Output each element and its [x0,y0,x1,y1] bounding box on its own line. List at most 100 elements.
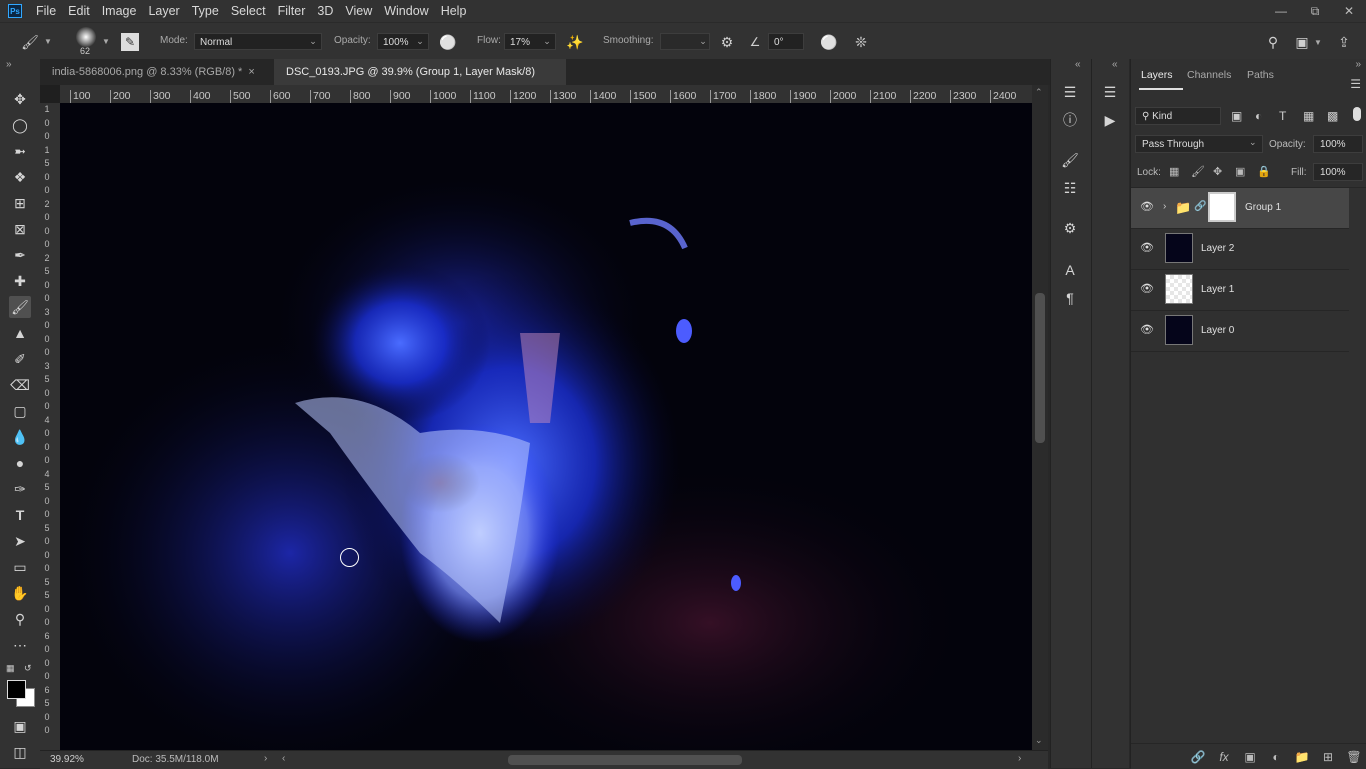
lasso-tool-icon[interactable]: ➼ [9,140,31,162]
chevron-right-icon[interactable]: › [1163,201,1166,212]
tab-channels[interactable]: Channels [1187,69,1231,81]
rectangle-tool-icon[interactable]: ▭ [9,556,31,578]
scroll-up-icon[interactable]: ⌃ [1035,87,1043,98]
brush-preview-icon[interactable] [76,27,96,47]
character-icon[interactable]: A [1059,259,1081,281]
menu-view[interactable]: View [339,0,378,22]
collapse-arrows-icon[interactable]: « [1112,59,1118,70]
foreground-color-swatch[interactable] [7,680,26,699]
eye-icon[interactable]: 👁 [1139,323,1155,339]
eye-icon[interactable]: 👁 [1139,282,1155,298]
brush-size-dropdown-icon[interactable]: ▼ [102,37,110,46]
add-mask-icon[interactable]: ▣ [1237,750,1263,764]
blend-dropdown-icon[interactable]: ⌄ [1249,137,1257,148]
menu-help[interactable]: Help [435,0,473,22]
more-tools-icon[interactable]: ⋯ [9,634,31,656]
workspace-dropdown-icon[interactable]: ▼ [1314,38,1322,47]
pressure-size-icon[interactable]: ⚪ [819,32,839,52]
scroll-right-icon[interactable]: › [1018,753,1021,764]
move-tool-icon[interactable]: ✥ [9,88,31,110]
new-group-folder-icon[interactable]: 📁 [1289,750,1315,764]
filter-smart-object-icon[interactable]: ▩ [1327,109,1338,123]
link-icon[interactable]: 🔗 [1194,201,1206,212]
tab-india-document[interactable]: india-5868006.png @ 8.33% (RGB/8) * × [40,59,272,85]
layer-row-layer-2[interactable]: 👁 Layer 2 [1131,229,1349,270]
adjustment-layer-icon[interactable]: ◐ [1263,750,1289,764]
eyedropper-tool-icon[interactable]: ✒ [9,244,31,266]
pen-tool-icon[interactable]: ✑ [9,478,31,500]
airbrush-icon[interactable]: ✨ [565,32,585,52]
lock-image-icon[interactable]: 🖌 [1191,165,1205,178]
lock-position-icon[interactable]: ✥ [1213,165,1222,178]
zoom-tool-icon[interactable]: ⚲ [9,608,31,630]
healing-brush-tool-icon[interactable]: ✚ [9,270,31,292]
mode-select[interactable]: Normal [194,33,322,50]
menu-select[interactable]: Select [225,0,272,22]
menu-filter[interactable]: Filter [272,0,312,22]
menu-file[interactable]: File [30,0,62,22]
document-canvas[interactable] [60,103,1032,750]
layer-mask-thumbnail[interactable] [1208,192,1236,222]
clone-source-icon[interactable]: ⚙ [1059,217,1081,239]
history-icon[interactable]: ☰ [1099,81,1121,103]
fill-input[interactable]: 100% [1313,163,1363,181]
brush-tool-preset-icon[interactable]: 🖌 [20,32,40,52]
adjustments-icon[interactable]: ☰ [1059,81,1081,103]
tab-paths[interactable]: Paths [1247,69,1274,81]
crop-tool-icon[interactable]: ⊞ [9,192,31,214]
sliders-icon[interactable]: ☷ [1059,177,1081,199]
dodge-tool-icon[interactable]: ● [9,452,31,474]
path-selection-tool-icon[interactable]: ➤ [9,530,31,552]
eye-icon[interactable]: 👁 [1139,241,1155,257]
close-icon[interactable]: × [248,66,254,78]
menu-type[interactable]: Type [186,0,225,22]
layer-row-layer-1[interactable]: 👁 Layer 1 [1131,270,1349,311]
tab-layers[interactable]: Layers [1141,69,1173,81]
quick-mask-icon[interactable]: ▣ [9,715,31,737]
panel-menu-icon[interactable]: ☰ [1350,77,1361,91]
link-layers-icon[interactable]: 🔗 [1185,750,1211,764]
menu-3d[interactable]: 3D [311,0,339,22]
share-icon[interactable]: ⇪ [1334,32,1354,52]
scroll-left-icon[interactable]: ‹ [282,753,285,764]
brush-settings-icon[interactable]: 🖌 [1059,149,1081,171]
flow-dropdown-icon[interactable]: ⌄ [540,33,554,50]
preset-dropdown-icon[interactable]: ▼ [44,37,52,46]
zoom-level[interactable]: 39.92% [50,754,84,765]
menu-edit[interactable]: Edit [62,0,96,22]
lock-transparency-icon[interactable]: ▦ [1169,165,1179,178]
collapse-arrows-icon[interactable]: » [1355,59,1361,70]
status-menu-arrow-icon[interactable]: › [264,753,267,764]
eye-icon[interactable]: 👁 [1139,200,1155,216]
filter-kind-select[interactable]: ⚲ Kind [1135,107,1221,125]
layer-row-group-1[interactable]: 👁 › 📁 🔗 Group 1 [1131,188,1349,229]
filter-toggle-switch[interactable] [1353,107,1361,121]
vertical-scroll-thumb[interactable] [1035,293,1045,443]
filter-adjustment-icon[interactable]: ◐ [1255,109,1262,123]
marquee-tool-icon[interactable]: ◯ [9,114,31,136]
close-icon[interactable]: ✕ [1332,0,1366,22]
fx-icon[interactable]: fx [1211,750,1237,764]
collapse-arrows-icon[interactable]: « [1075,59,1081,70]
trash-icon[interactable]: 🗑 [1341,750,1366,764]
symmetry-butterfly-icon[interactable]: ❊ [851,32,871,52]
gear-icon[interactable]: ⚙ [717,32,737,52]
quick-selection-tool-icon[interactable]: ❖ [9,166,31,188]
lock-artboard-icon[interactable]: ▣ [1235,165,1245,178]
horizontal-scroll-thumb[interactable] [508,755,742,765]
collapse-arrows-icon[interactable]: » [6,59,12,70]
angle-input[interactable]: 0° [768,33,804,50]
paragraph-icon[interactable]: ¶ [1059,287,1081,309]
swap-colors-icon[interactable]: ↺ [24,663,32,674]
screen-mode-icon[interactable]: ◫ [9,741,31,763]
info-icon[interactable]: ⓘ [1059,109,1081,131]
search-icon[interactable]: ⚲ [1263,32,1283,52]
minimize-icon[interactable]: — [1264,0,1298,22]
smoothing-dropdown-icon[interactable]: ⌄ [696,33,710,50]
actions-play-icon[interactable]: ▶ [1099,109,1121,131]
restore-icon[interactable]: ⧉ [1298,0,1332,22]
frame-tool-icon[interactable]: ⊠ [9,218,31,240]
lock-all-icon[interactable]: 🔒 [1257,165,1271,178]
new-layer-icon[interactable]: ⊞ [1315,750,1341,764]
layer-opacity-input[interactable]: 100% [1313,135,1363,153]
